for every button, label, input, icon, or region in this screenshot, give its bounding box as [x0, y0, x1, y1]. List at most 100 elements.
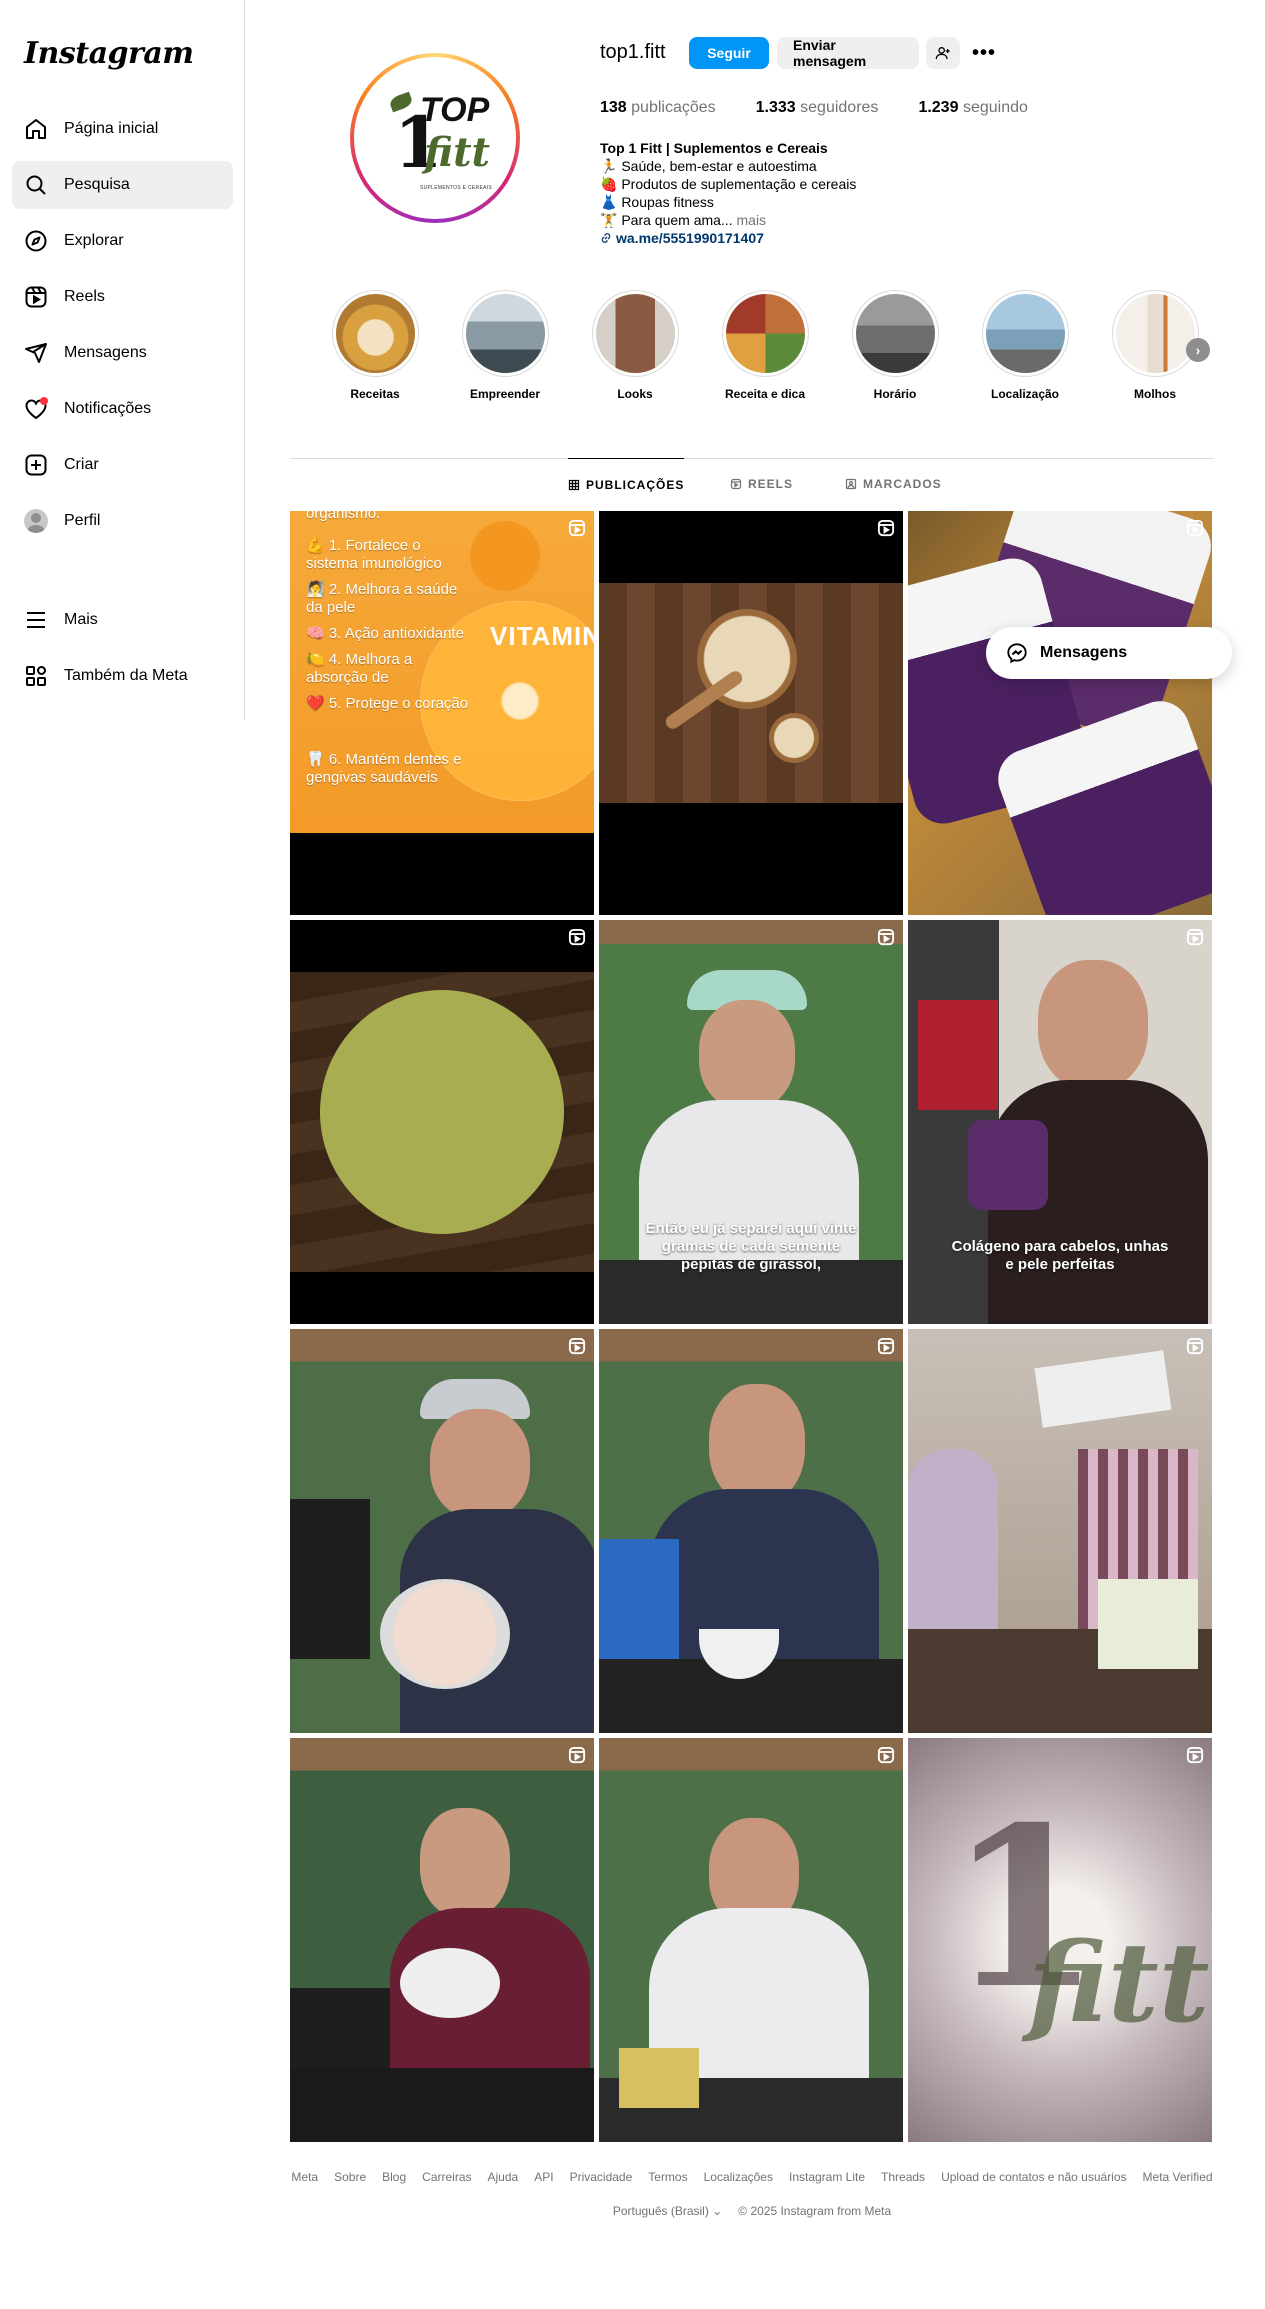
- profile-picture[interactable]: 1 TOP fitt SUPLEMENTOS E CEREAIS: [350, 53, 520, 223]
- story-highlights: Receitas Empreender Looks Receita e dica…: [330, 290, 1210, 410]
- highlight-item[interactable]: Looks: [590, 290, 680, 401]
- more-options-icon[interactable]: •••: [972, 41, 996, 65]
- footer-link[interactable]: Instagram Lite: [789, 2170, 865, 2184]
- sidebar-item-profile[interactable]: Perfil: [12, 497, 233, 545]
- posts-stat: 138 publicações: [600, 99, 716, 116]
- product-bags: [1098, 1579, 1198, 1669]
- bio-name: Top 1 Fitt | Suplementos e Cereais: [600, 140, 828, 156]
- highlight-item[interactable]: Horário: [850, 290, 940, 401]
- sidebar-item-search[interactable]: Pesquisa: [12, 161, 233, 209]
- post-tile[interactable]: [599, 1738, 903, 2142]
- language-select[interactable]: Português (Brasil) ⌄: [613, 2204, 722, 2218]
- reel-indicator-icon: [877, 1746, 895, 1764]
- footer-link[interactable]: Meta Verified: [1143, 2170, 1213, 2184]
- sidebar-item-label: Criar: [64, 456, 99, 473]
- sidebar-item-messages[interactable]: Mensagens: [12, 329, 233, 377]
- footer-link[interactable]: Carreiras: [422, 2170, 471, 2184]
- highlight-item[interactable]: Receitas: [330, 290, 420, 401]
- footer-links: Meta Sobre Blog Carreiras Ajuda API Priv…: [290, 2170, 1214, 2184]
- post-tile[interactable]: Colágeno para cabelos, unhas e pele perf…: [908, 920, 1212, 1324]
- plus-icon: [24, 453, 48, 477]
- reel-indicator-icon: [877, 1337, 895, 1355]
- post-tile[interactable]: [599, 511, 903, 915]
- person-face: [1038, 960, 1148, 1090]
- highlight-label: Horário: [873, 387, 917, 401]
- highlight-item[interactable]: Empreender: [460, 290, 550, 401]
- sidebar-item-explore[interactable]: Explorar: [12, 217, 233, 265]
- post-tile[interactable]: [599, 1329, 903, 1733]
- footer-link[interactable]: Sobre: [334, 2170, 366, 2184]
- highlight-item[interactable]: Localização: [980, 290, 1070, 401]
- footer-link[interactable]: Termos: [648, 2170, 687, 2184]
- sidebar-item-notifications[interactable]: Notificações: [12, 385, 233, 433]
- highlight-item[interactable]: Receita e dica: [720, 290, 810, 401]
- bio-link[interactable]: wa.me/5551990171407: [600, 229, 856, 247]
- link-icon: [601, 233, 611, 243]
- footer-link[interactable]: Threads: [881, 2170, 925, 2184]
- sidebar-item-create[interactable]: Criar: [12, 441, 233, 489]
- sidebar-item-meta[interactable]: Também da Meta: [12, 652, 233, 700]
- compass-icon: [24, 229, 48, 253]
- reel-indicator-icon: [568, 928, 586, 946]
- highlight-cover: [985, 294, 1065, 373]
- footer-link[interactable]: API: [534, 2170, 553, 2184]
- footer-link[interactable]: Privacidade: [570, 2170, 633, 2184]
- sidebar-item-label: Página inicial: [64, 120, 159, 137]
- sidebar-nav: Página inicial Pesquisa Explorar Reels M…: [12, 105, 233, 553]
- tab-posts[interactable]: PUBLICAÇÕES: [568, 458, 685, 510]
- sidebar-item-home[interactable]: Página inicial: [12, 105, 233, 153]
- footer-link[interactable]: Localizações: [704, 2170, 773, 2184]
- profile-stats: 138 publicações 1.333 seguidores 1.239 s…: [600, 99, 1028, 117]
- reel-indicator-icon: [877, 519, 895, 537]
- send-message-button[interactable]: Enviar mensagem: [777, 37, 919, 69]
- bio-line: 🏃 Saúde, bem-estar e autoestima: [600, 158, 817, 174]
- messages-pill[interactable]: Mensagens: [986, 627, 1232, 679]
- oats-image: [599, 583, 903, 803]
- highlight-cover: [855, 294, 935, 373]
- sidebar-item-more[interactable]: Mais: [12, 596, 233, 644]
- post-tile[interactable]: [290, 1329, 594, 1733]
- protein-bag: [599, 1539, 679, 1659]
- footer-link[interactable]: Meta: [291, 2170, 318, 2184]
- footer-link[interactable]: Ajuda: [488, 2170, 519, 2184]
- chevron-right-icon[interactable]: ›: [1186, 338, 1210, 362]
- logo-fitt: fitt: [1028, 1918, 1210, 2047]
- tab-reels[interactable]: REELS: [730, 458, 793, 510]
- send-icon: [24, 341, 48, 365]
- whey-bag: [290, 1499, 370, 1659]
- tab-tagged[interactable]: MARCADOS: [845, 458, 942, 510]
- post-tile[interactable]: [290, 1738, 594, 2142]
- bio-more-link[interactable]: mais: [737, 212, 767, 228]
- footer-bottom: Português (Brasil) ⌄ © 2025 Instagram fr…: [290, 2204, 1214, 2218]
- instagram-logo[interactable]: Instagram: [24, 36, 194, 71]
- footer-link[interactable]: Upload de contatos e não usuários: [941, 2170, 1126, 2184]
- highlight-cover: [1115, 294, 1195, 373]
- sidebar-item-label: Perfil: [64, 512, 101, 529]
- sidebar-item-reels[interactable]: Reels: [12, 273, 233, 321]
- reel-indicator-icon: [568, 1337, 586, 1355]
- footer-link[interactable]: Blog: [382, 2170, 406, 2184]
- highlight-cover: [335, 294, 415, 373]
- post-caption: Colágeno para cabelos, unhas e pele perf…: [951, 1238, 1169, 1273]
- post-tile[interactable]: [290, 920, 594, 1324]
- highlight-label: Localização: [990, 387, 1060, 401]
- post-tile[interactable]: [908, 511, 1212, 915]
- post-tile[interactable]: 1 fitt: [908, 1738, 1212, 2142]
- bio-line: 🍓 Produtos de suplementação e cereais: [600, 176, 857, 192]
- tagged-icon: [845, 478, 857, 490]
- menu-icon: [24, 608, 48, 632]
- suggest-people-button[interactable]: [926, 37, 960, 69]
- post-tile[interactable]: Então eu já separei aqui vinte gramas de…: [599, 920, 903, 1324]
- following-stat[interactable]: 1.239 seguindo: [918, 99, 1027, 117]
- sidebar-item-label: Explorar: [64, 232, 124, 249]
- highlight-label: Molhos: [1134, 387, 1176, 401]
- post-tile[interactable]: VITAMIN organismo. 💪 1. Fortalece o sist…: [290, 511, 594, 915]
- post-tile[interactable]: [908, 1329, 1212, 1733]
- profile-username: top1.fitt: [600, 41, 666, 63]
- followers-stat[interactable]: 1.333 seguidores: [756, 99, 879, 117]
- follow-button[interactable]: Seguir: [689, 37, 769, 69]
- logo-top: TOP: [420, 91, 490, 129]
- post-word: VITAMIN: [490, 621, 594, 651]
- bio-line: 🏋 Para quem ama... mais: [600, 212, 767, 228]
- profile-logo: 1 TOP fitt SUPLEMENTOS E CEREAIS: [354, 57, 516, 219]
